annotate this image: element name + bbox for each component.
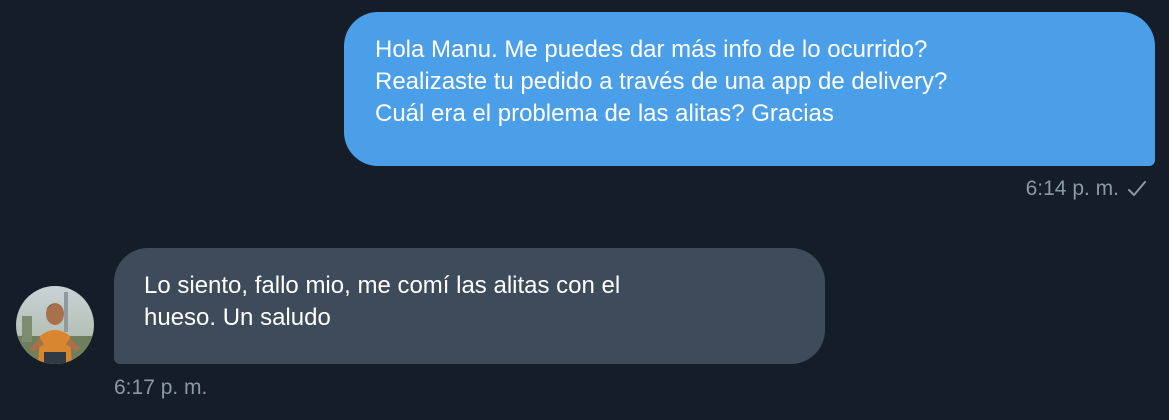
message-timestamp: 6:17 p. m.: [114, 376, 208, 399]
outgoing-message-bubble[interactable]: Hola Manu. Me puedes dar más info de lo …: [344, 12, 1155, 166]
user-avatar: [16, 286, 94, 364]
message-timestamp: 6:14 p. m.: [1025, 177, 1119, 200]
conversation-thread: Hola Manu. Me puedes dar más info de lo …: [0, 0, 1169, 420]
sender-avatar[interactable]: [16, 286, 94, 364]
checkmark-icon: [1127, 180, 1147, 198]
incoming-message-bubble[interactable]: Lo siento, fallo mio, me comí las alitas…: [114, 248, 825, 364]
outgoing-message-meta: 6:14 p. m.: [1026, 177, 1147, 201]
